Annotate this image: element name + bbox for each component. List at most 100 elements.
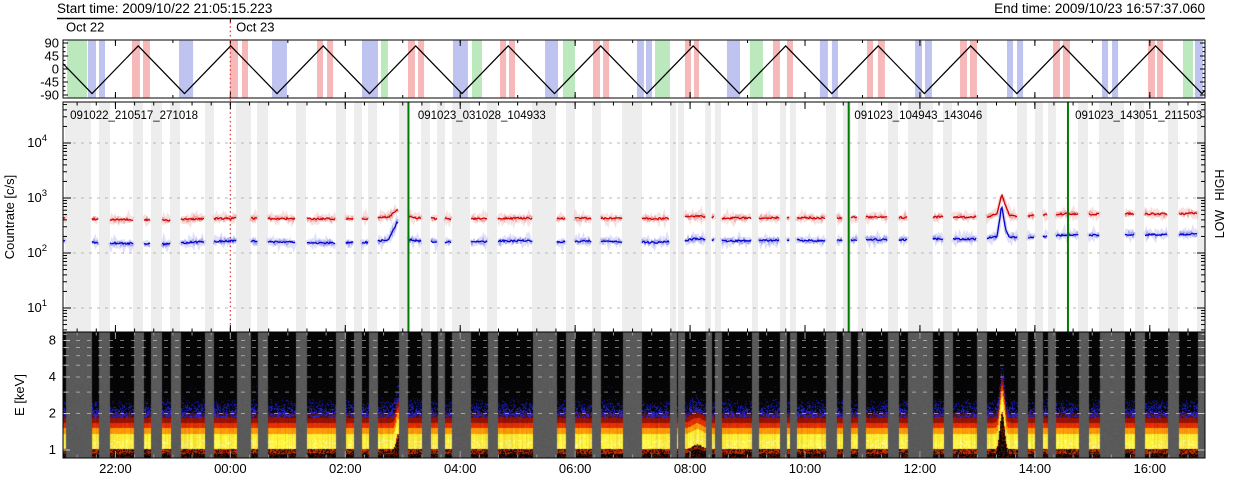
orbit-band-green [380,40,388,98]
data-gap-band [779,102,787,332]
orbit-band-blue [88,40,97,98]
file-interval-label: 091022_210517_271018 [70,110,198,122]
start-time-label: Start time: 2009/10/22 21:05:15.223 [57,1,272,16]
data-gap-band [887,102,899,332]
energy-axis-title: E [keV] [12,374,27,416]
x-tick-label: 22:00 [99,461,132,476]
y-tick-label: 104 [27,133,47,150]
end-time-label: End time: 2009/10/23 16:57:37.060 [994,1,1205,16]
data-gap-band [257,102,268,332]
spectrogram-panel: 1 2 4 8 22:00 00:00 02:00 04:00 06:00 08:00 10:00 1… [49,331,1206,476]
orbit-band-green [1182,40,1194,98]
panel-box [62,331,1206,459]
pointing-panel: 90450-45-90 [40,18,1206,103]
orbit-band-blue [271,40,287,98]
countrate-axis-title: Countrate [c/s] [2,175,17,260]
data-gap-band [1099,102,1125,332]
data-gap-band [1047,102,1056,332]
data-gap-band [622,102,642,332]
data-gap-band [705,102,712,332]
x-tick-label: 00:00 [214,461,247,476]
data-gap-band [842,102,851,332]
y-tick-label: 103 [27,188,47,205]
data-gap-band [150,102,162,332]
data-gap-band [335,102,346,332]
data-gap-band [98,102,110,332]
data-gap-band [789,102,797,332]
data-gap-band [65,102,92,332]
data-gap-band [236,102,251,332]
x-tick-label: 14:00 [1019,461,1052,476]
y-tick-label: 101 [27,298,47,315]
orbit-band-blue [452,40,468,98]
orbit-band-red [131,40,140,98]
x-tick-label: 04:00 [444,461,477,476]
data-gap-band [487,102,498,332]
orbit-band-blue [179,40,194,98]
y-tick-label: 8 [49,333,56,348]
detector-low-label: LOW [1213,210,1227,239]
data-gap-band [751,102,759,332]
date-label-oct23: Oct 23 [236,20,274,35]
data-gap-band [943,102,953,332]
data-gap-band [714,102,722,332]
data-gap-band [825,102,837,332]
orbit-band-red [772,40,780,98]
file-interval-label: 091023_031028_104933 [418,110,546,122]
orbit-band-red [327,40,334,98]
orbit-band-green [66,40,87,98]
y-tick-label: -90 [40,88,59,103]
lightcurve-spectrogram-figure: Start time: 2009/10/22 21:05:15.223 End … [0,0,1240,480]
orbit-band-red [1148,40,1155,98]
x-tick-label: 06:00 [559,461,592,476]
orbit-band-blue [1112,40,1119,98]
orbit-band-green [655,40,670,98]
data-gap-band [907,102,933,332]
data-gap-band [1078,102,1089,332]
file-interval-label: 091023_104943_143046 [854,110,982,122]
date-label-oct22: Oct 22 [66,20,104,35]
y-tick-label: 2 [49,406,56,421]
data-gap-band [976,102,987,332]
y-tick-label: 1 [49,442,56,457]
countrate-panel: 091022_210517_271018 091023_031028_104933… [27,22,1206,333]
orbit-band-green [471,40,482,98]
detector-high-label: HIGH [1213,169,1227,200]
x-tick-label: 08:00 [674,461,707,476]
x-tick-label: 12:00 [904,461,937,476]
orbit-band-red [1052,40,1060,98]
y-tick-label: 4 [49,369,56,384]
orbit-band-blue [98,40,106,98]
data-gap-band [1197,102,1205,332]
data-gap-band [353,102,362,332]
orbit-band-red [866,40,874,98]
orbit-band-blue [915,40,923,98]
orbit-band-green [562,40,575,98]
data-gap-band [295,102,307,332]
orbit-band-red [786,40,793,98]
data-gap-band [677,102,685,332]
data-gap-band [451,102,471,332]
data-gap-band [532,102,557,332]
x-tick-label: 10:00 [789,461,822,476]
x-tick-label: 02:00 [329,461,362,476]
orbit-band-red [407,40,415,98]
data-gap-band [1034,102,1043,332]
data-gap-band [368,102,378,332]
orbit-band-red [142,40,150,98]
x-tick-label: 16:00 [1134,461,1167,476]
orbit-band-green [749,40,763,98]
data-gap-band [565,102,575,332]
y-tick-label: 102 [27,243,47,260]
data-gap-band [1134,102,1145,332]
data-gap-band [398,102,408,332]
file-interval-label: 091023_143051_211503 [1075,110,1202,122]
data-gap-band [1167,102,1179,332]
data-gap-band [591,102,601,332]
orbit-band-blue [545,40,559,98]
orbit-band-red [593,40,600,98]
data-gap-band [133,102,144,332]
data-gap-band [170,102,181,332]
figure-svg: Start time: 2009/10/22 21:05:15.223 End … [2,1,1227,476]
data-gap-band [857,102,866,332]
